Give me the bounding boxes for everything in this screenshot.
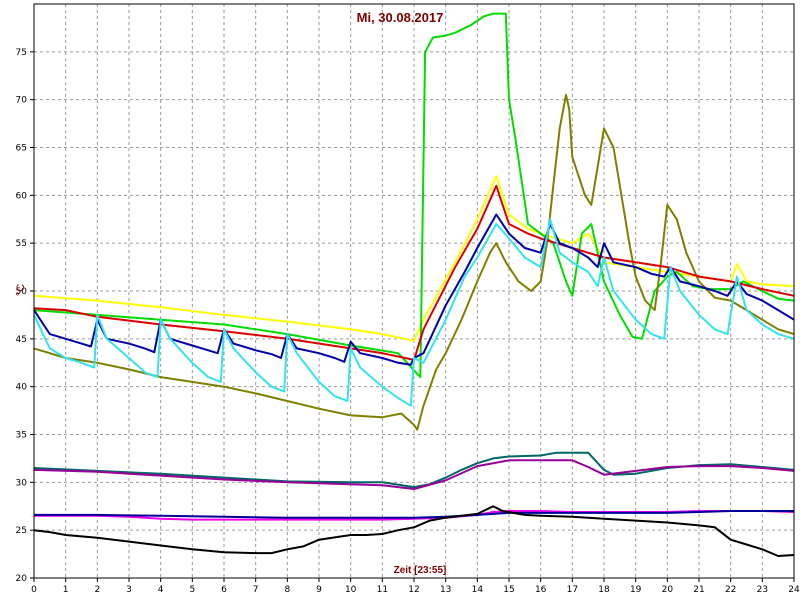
y-tick-label: 70 <box>16 96 28 106</box>
x-tick-label: 21 <box>693 585 704 595</box>
y-tick-label: 30 <box>16 478 28 488</box>
x-tick-label: 6 <box>221 585 227 595</box>
chart-title: Mi, 30.08.2017 <box>357 10 444 25</box>
y-tick-label: 20 <box>16 574 28 584</box>
y-tick-label: 65 <box>16 144 27 154</box>
x-tick-label: 22 <box>725 585 736 595</box>
x-tick-label: 18 <box>598 585 610 595</box>
x-tick-label: 10 <box>345 585 357 595</box>
x-tick-label: 12 <box>408 585 419 595</box>
x-tick-label: 24 <box>788 585 800 595</box>
x-tick-label: 0 <box>31 585 37 595</box>
temperature-chart: 202530354045505560657075 0 1 2 3 4 5 6 7 8 9 10 11 1… <box>15 3 800 595</box>
x-tick-label: 13 <box>440 585 451 595</box>
y-tick-label: 75 <box>16 48 27 58</box>
x-axis-ticks: 0 1 2 3 4 5 6 7 8 9 10 11 12 13 14 15 16 17 18 19 20 21 22 23 24 <box>31 578 800 595</box>
x-tick-label: 4 <box>158 585 164 595</box>
series-line-11 <box>33 505 795 557</box>
x-tick-label: 15 <box>503 585 514 595</box>
x-tick-label: 8 <box>284 585 290 595</box>
y-tick-label: 40 <box>16 383 28 393</box>
x-tick-label: 5 <box>189 585 195 595</box>
x-tick-label: 2 <box>94 585 100 595</box>
y-tick-label: 55 <box>16 239 27 249</box>
x-tick-label: 3 <box>126 585 132 595</box>
x-tick-label: 20 <box>662 585 674 595</box>
y-tick-label: 45 <box>16 335 27 345</box>
x-tick-label: 19 <box>630 585 642 595</box>
y-tick-label: 25 <box>16 526 27 536</box>
x-tick-label: 7 <box>253 585 259 595</box>
x-tick-label: 16 <box>535 585 547 595</box>
x-tick-label: 23 <box>757 585 768 595</box>
x-tick-label: 11 <box>377 585 388 595</box>
y-tick-label: 35 <box>16 431 27 441</box>
y-axis-ticks: 202530354045505560657075 <box>16 48 34 584</box>
x-tick-label: 1 <box>63 585 69 595</box>
x-tick-label: 9 <box>316 585 322 595</box>
y-axis-label: °C <box>15 284 27 296</box>
x-tick-label: 17 <box>567 585 578 595</box>
x-axis-label: Zeit [23:55] <box>394 565 447 576</box>
y-tick-label: 60 <box>16 191 28 201</box>
x-tick-label: 14 <box>472 585 484 595</box>
